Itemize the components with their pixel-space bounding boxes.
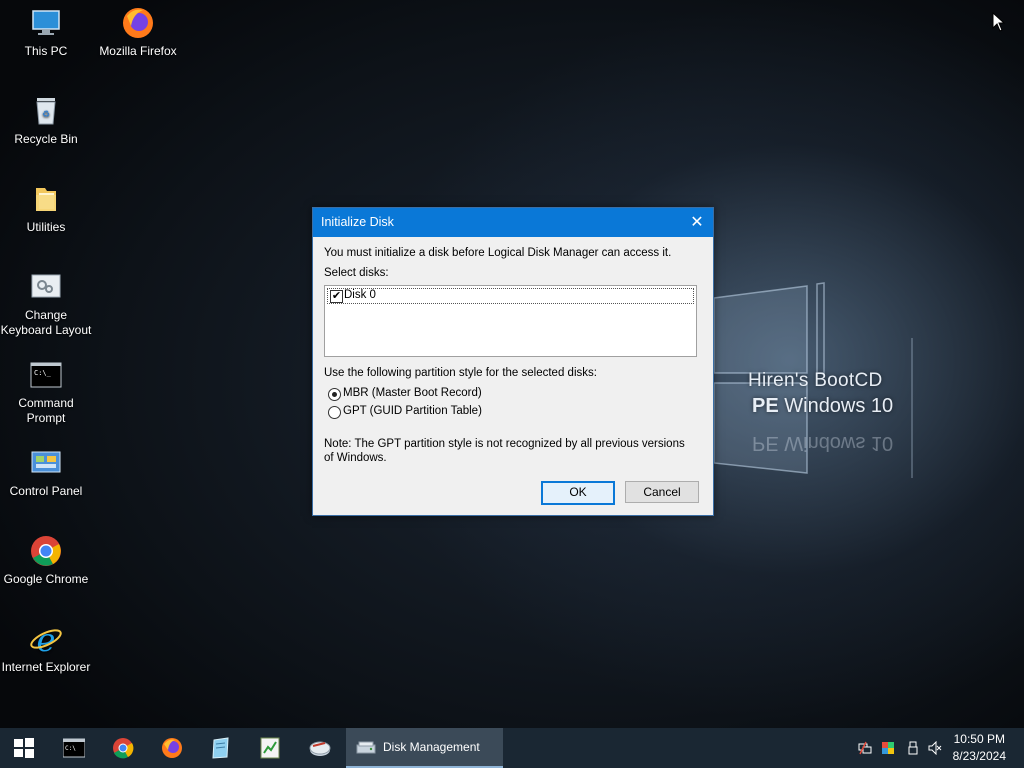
gpt-note: Note: The GPT partition style is not rec… — [324, 438, 685, 464]
clock-date: 8/23/2024 — [952, 749, 1006, 763]
wallpaper-title: Hiren's BootCD — [748, 370, 883, 391]
control-panel-icon — [29, 446, 63, 480]
display-icon[interactable] — [881, 741, 895, 755]
select-disks-label: Select disks: — [324, 267, 389, 279]
desktop-icon-internet-explorer[interactable]: e Internet Explorer — [0, 621, 92, 675]
dialog-title: Initialize Disk — [321, 215, 394, 229]
keyboard-settings-icon — [29, 270, 63, 304]
system-clock[interactable]: 10:50 PM 8/23/2024 — [953, 731, 1006, 765]
network-icon[interactable] — [858, 741, 872, 755]
ok-button[interactable]: OK — [541, 481, 615, 505]
svg-text:C:\: C:\ — [65, 745, 76, 752]
firefox-icon — [162, 738, 182, 758]
list-item[interactable]: ✔ Disk 0 — [327, 288, 694, 304]
partition-style-label: Use the following partition style for th… — [324, 367, 597, 379]
gpt-radio[interactable] — [328, 406, 341, 419]
firefox-icon — [121, 6, 155, 40]
cancel-button[interactable]: Cancel — [625, 481, 699, 503]
gpt-option-label[interactable]: GPT (GUID Partition Table) — [343, 405, 482, 417]
folder-icon — [29, 182, 63, 216]
taskbar-command-prompt[interactable]: C:\ — [50, 728, 98, 768]
close-icon[interactable]: ✕ — [681, 208, 713, 237]
disk-checkbox[interactable]: ✔ — [330, 290, 343, 303]
dialog-titlebar[interactable]: Initialize Disk ✕ — [313, 208, 713, 237]
desktop-icon-firefox[interactable]: Mozilla Firefox — [92, 6, 184, 59]
desktop-icon-control-panel[interactable]: Control Panel — [0, 446, 92, 499]
chrome-icon — [113, 738, 134, 759]
desktop-icon-google-chrome[interactable]: Google Chrome — [0, 534, 92, 587]
mbr-radio[interactable] — [328, 388, 341, 401]
desktop-icon-this-pc[interactable]: This PC — [0, 6, 92, 59]
clock-time: 10:50 PM — [953, 732, 1005, 746]
desktop-icon-utilities[interactable]: Utilities — [0, 182, 92, 235]
recycle-bin-icon: ♻ — [29, 94, 63, 128]
initialize-disk-dialog: Initialize Disk ✕ You must initialize a … — [312, 207, 714, 516]
dialog-intro-text: You must initialize a disk before Logica… — [324, 247, 672, 259]
wallpaper-subtitle: PE Windows 10 — [752, 395, 894, 417]
command-prompt-icon: C:\_ — [29, 358, 63, 392]
internet-explorer-icon: e — [29, 621, 63, 659]
mbr-option-label[interactable]: MBR (Master Boot Record) — [343, 387, 482, 399]
disk-utility-icon — [309, 741, 331, 756]
mouse-cursor-icon — [992, 12, 1006, 32]
chrome-icon — [29, 534, 63, 568]
volume-muted-icon[interactable] — [928, 741, 942, 755]
this-pc-icon — [29, 6, 63, 40]
taskbar-notepad[interactable] — [197, 728, 245, 768]
usb-icon[interactable] — [906, 741, 920, 755]
notepad-icon — [212, 737, 229, 759]
command-prompt-icon: C:\ — [63, 738, 85, 758]
taskbar-chrome[interactable] — [99, 728, 147, 768]
disk-name: Disk 0 — [344, 289, 376, 301]
desktop-icon-recycle-bin[interactable]: ♻ Recycle Bin — [0, 94, 92, 147]
taskbar-disk-management[interactable]: Disk Management — [346, 728, 503, 768]
taskbar-disk-utility[interactable] — [296, 728, 344, 768]
start-button[interactable] — [0, 728, 48, 768]
spreadsheet-icon — [260, 737, 280, 759]
svg-text:C:\_: C:\_ — [34, 369, 52, 377]
desktop-icon-change-keyboard-layout[interactable]: Change Keyboard Layout — [0, 270, 92, 338]
taskbar-firefox[interactable] — [148, 728, 196, 768]
active-task-label: Disk Management — [383, 740, 480, 754]
svg-text:e: e — [37, 622, 56, 656]
taskbar: C:\ Disk Management 10:50 PM 8/23/2024 — [0, 728, 1024, 768]
wallpaper-reflection: PE Windows 10 — [752, 432, 894, 454]
disk-management-icon — [356, 741, 376, 754]
taskbar-spreadsheet[interactable] — [246, 728, 294, 768]
start-icon — [14, 738, 34, 758]
disk-listbox[interactable]: ✔ Disk 0 — [324, 285, 697, 357]
desktop-icon-command-prompt[interactable]: C:\_ Command Prompt — [0, 358, 92, 426]
svg-text:♻: ♻ — [42, 109, 50, 119]
